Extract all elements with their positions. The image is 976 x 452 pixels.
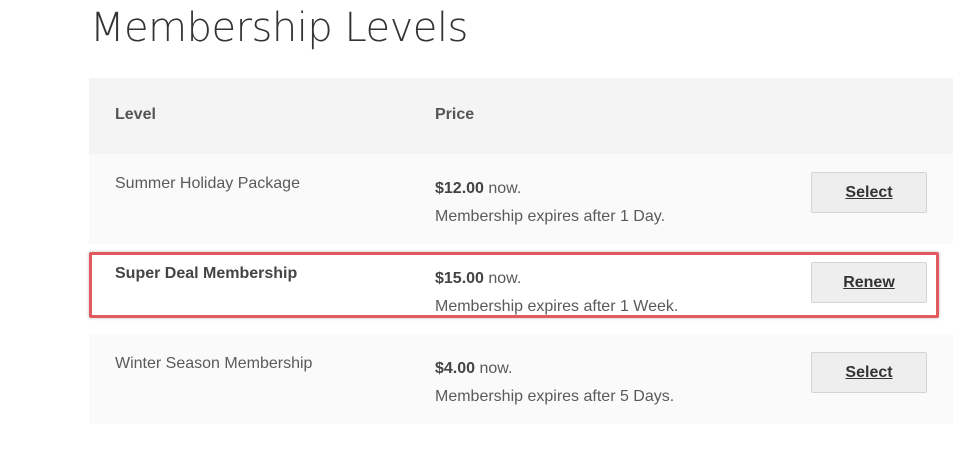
select-button[interactable]: Select [811, 172, 927, 213]
price-line: $4.00 now. [435, 355, 674, 383]
membership-levels-table: Level Price Summer Holiday Package $12.0… [89, 78, 953, 424]
column-header-price: Price [435, 106, 475, 123]
level-name: Summer Holiday Package [115, 175, 300, 192]
level-name: Super Deal Membership [115, 265, 298, 282]
price-cell: $12.00 now. Membership expires after 1 D… [435, 175, 665, 231]
expiration-text: Membership expires after 1 Week. [435, 298, 679, 315]
price-cell: $15.00 now. Membership expires after 1 W… [435, 265, 678, 321]
table-header: Level Price [89, 78, 953, 154]
expiration-text: Membership expires after 5 Days. [435, 388, 675, 405]
renew-button[interactable]: Renew [811, 262, 927, 303]
expiration-text: Membership expires after 1 Day. [435, 208, 666, 225]
table-row-winter-season: Winter Season Membership $4.00 now. Memb… [89, 334, 953, 424]
price-suffix: now. [483, 180, 522, 197]
price-amount: $12.00 [435, 180, 484, 197]
price-suffix: now. [483, 270, 522, 287]
table-row-summer-holiday: Summer Holiday Package $12.00 now. Membe… [89, 154, 953, 244]
page-title: Membership Levels [90, 5, 468, 51]
price-line: $12.00 now. [435, 175, 665, 203]
price-amount: $4.00 [435, 360, 476, 377]
select-button[interactable]: Select [811, 352, 927, 393]
column-header-level: Level [115, 106, 156, 123]
price-suffix: now. [475, 360, 513, 377]
level-name: Winter Season Membership [115, 355, 313, 372]
price-cell: $4.00 now. Membership expires after 5 Da… [435, 355, 674, 411]
price-amount: $15.00 [435, 270, 484, 287]
table-row-super-deal: Super Deal Membership $15.00 now. Member… [89, 244, 953, 334]
price-line: $15.00 now. [435, 265, 678, 293]
